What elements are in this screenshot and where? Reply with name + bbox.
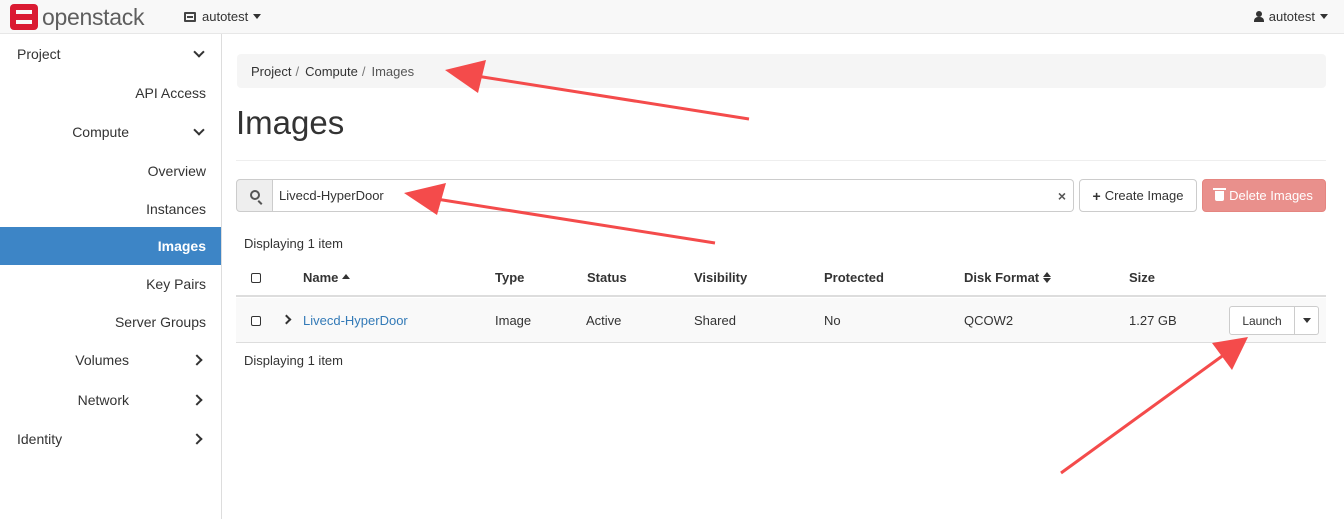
caret-down-icon xyxy=(1320,14,1328,19)
table-row: Livecd-HyperDoor Image Active Shared No … xyxy=(236,298,1326,343)
row-actions-dropdown-toggle[interactable] xyxy=(1295,306,1319,335)
chevron-right-icon xyxy=(191,433,203,445)
column-header-visibility: Visibility xyxy=(694,270,748,285)
brand-name: openstack xyxy=(42,3,145,30)
sort-icon xyxy=(1043,272,1052,283)
sidebar-item-images[interactable]: Images xyxy=(0,227,221,265)
filter-input[interactable] xyxy=(273,179,1074,212)
project-dropdown-label: autotest xyxy=(202,9,249,24)
brand-logo-link[interactable]: openstack xyxy=(10,4,144,30)
sidebar-item-overview[interactable]: Overview xyxy=(0,152,221,190)
create-image-button[interactable]: + Create Image xyxy=(1079,179,1197,212)
breadcrumb-item-images: Images xyxy=(371,63,415,79)
sidebar-item-label: Volumes xyxy=(75,352,129,368)
top-navbar: openstack autotest autotest xyxy=(0,0,1344,34)
column-header-label: Name xyxy=(303,270,339,285)
search-icon xyxy=(250,190,260,200)
project-icon xyxy=(184,11,196,22)
column-header-type: Type xyxy=(495,270,525,285)
cell-status: Active xyxy=(586,313,622,328)
sidebar-item-label: Instances xyxy=(146,201,206,217)
select-all-checkbox[interactable] xyxy=(251,273,261,283)
sidebar-item-label: Images xyxy=(157,238,206,254)
trash-icon xyxy=(1213,187,1227,201)
sidebar-item-label: Network xyxy=(77,392,129,408)
sidebar-item-project[interactable]: Project xyxy=(0,35,221,73)
row-actions: Launch xyxy=(1229,306,1319,335)
chevron-down-icon xyxy=(193,46,205,58)
breadcrumb-item-project[interactable]: Project xyxy=(251,64,291,79)
column-header-status: Status xyxy=(587,270,627,285)
table-header: Name Type Status Visibility Protected Di… xyxy=(236,259,1326,297)
search-button[interactable] xyxy=(236,179,273,212)
breadcrumb-item-compute[interactable]: Compute xyxy=(305,64,358,79)
breadcrumb: Project / Compute / Images xyxy=(237,54,1326,88)
item-count-bottom: Displaying 1 item xyxy=(244,353,343,368)
annotation-arrow-launch xyxy=(1060,352,1226,475)
image-name-link[interactable]: Livecd-HyperDoor xyxy=(303,313,408,328)
sidebar-item-label: Overview xyxy=(147,163,206,179)
column-header-disk-format[interactable]: Disk Format xyxy=(964,270,1052,285)
title-divider xyxy=(236,160,1326,161)
sidebar-item-label: Project xyxy=(17,46,61,62)
page-title: Images xyxy=(236,104,345,141)
sidebar-item-server-groups[interactable]: Server Groups xyxy=(0,303,221,341)
sort-ascending-icon xyxy=(342,274,351,279)
plus-icon: + xyxy=(1092,187,1101,204)
sidebar-item-label: Compute xyxy=(72,124,129,140)
chevron-right-icon xyxy=(191,394,203,406)
sidebar-item-volumes[interactable]: Volumes xyxy=(0,341,221,379)
caret-down-icon xyxy=(253,14,262,19)
column-header-protected: Protected xyxy=(824,270,884,285)
sidebar-item-key-pairs[interactable]: Key Pairs xyxy=(0,265,221,303)
user-dropdown[interactable]: autotest xyxy=(1253,9,1328,24)
sidebar: Project API Access Compute Overview Inst… xyxy=(0,34,222,519)
chevron-right-icon xyxy=(191,354,203,366)
breadcrumb-separator: / xyxy=(361,63,366,79)
delete-images-label: Delete Images xyxy=(1229,188,1313,203)
sidebar-item-instances[interactable]: Instances xyxy=(0,190,221,228)
user-icon xyxy=(1253,11,1264,22)
project-dropdown[interactable]: autotest xyxy=(184,9,262,24)
sidebar-item-identity[interactable]: Identity xyxy=(0,420,221,458)
openstack-logo-icon xyxy=(10,4,38,30)
user-dropdown-label: autotest xyxy=(1268,9,1315,24)
row-select-checkbox[interactable] xyxy=(251,316,261,326)
chevron-down-icon xyxy=(193,124,205,136)
cell-visibility: Shared xyxy=(694,313,736,328)
cell-size: 1.27 GB xyxy=(1129,313,1177,328)
sidebar-item-label: Identity xyxy=(17,431,63,447)
sidebar-item-label: Server Groups xyxy=(114,314,206,330)
clear-icon[interactable]: × xyxy=(1058,188,1066,204)
column-header-label: Disk Format xyxy=(964,270,1040,285)
sidebar-item-label: Key Pairs xyxy=(146,276,206,292)
caret-down-icon xyxy=(1302,318,1311,323)
launch-button[interactable]: Launch xyxy=(1229,306,1295,335)
cell-type: Image xyxy=(495,313,532,328)
filter-group: × xyxy=(236,179,1074,212)
sidebar-item-api-access[interactable]: API Access xyxy=(0,74,221,112)
create-image-label: Create Image xyxy=(1104,188,1184,203)
column-header-name[interactable]: Name xyxy=(303,270,351,285)
delete-images-button[interactable]: Delete Images xyxy=(1202,179,1326,212)
sidebar-item-compute[interactable]: Compute xyxy=(0,113,221,151)
breadcrumb-separator: / xyxy=(295,63,300,79)
cell-protected: No xyxy=(824,313,841,328)
sidebar-item-network[interactable]: Network xyxy=(0,381,221,419)
sidebar-item-label: API Access xyxy=(135,85,206,101)
item-count-top: Displaying 1 item xyxy=(244,236,343,251)
cell-disk-format: QCOW2 xyxy=(964,313,1014,328)
expand-row-chevron-icon[interactable] xyxy=(281,314,292,325)
column-header-size: Size xyxy=(1129,270,1156,285)
